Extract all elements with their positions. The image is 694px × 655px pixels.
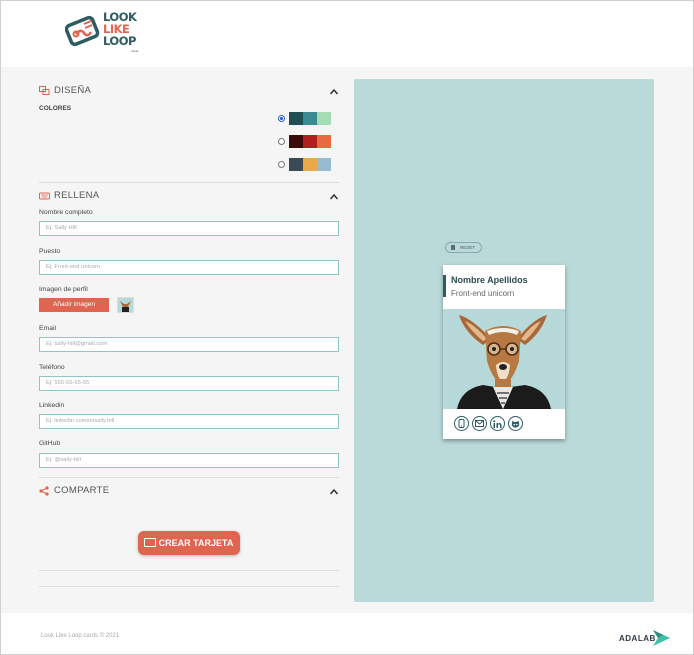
name-input[interactable]: Ej: Sally Hill xyxy=(39,221,339,236)
reset-label: RESET xyxy=(460,245,476,250)
create-card-label: CREAR TARJETA xyxy=(158,538,234,548)
palette-option-2[interactable] xyxy=(278,135,331,148)
footer-copyright: Look Like Loop cards © 2021 xyxy=(41,633,120,639)
logo-icon xyxy=(65,15,100,47)
palette-option-1[interactable] xyxy=(278,112,331,125)
divider xyxy=(39,477,339,478)
palette-swatch xyxy=(317,112,331,125)
name-label: Nombre completo xyxy=(39,209,93,216)
linkedin-icon[interactable] xyxy=(490,416,505,431)
chevron-up-icon[interactable] xyxy=(329,484,339,495)
github-icon[interactable] xyxy=(508,416,523,431)
logo-wordmark: LOOK LIKE LOOP xyxy=(103,11,137,48)
id-card-icon xyxy=(144,538,156,547)
linkedin-input[interactable]: Ej: linkedin.com/in/sally.hill xyxy=(39,414,339,429)
palette-swatch xyxy=(303,112,317,125)
job-input[interactable]: Ej: Front-end unicorn xyxy=(39,260,339,275)
palette-radio[interactable] xyxy=(278,115,285,122)
palette-swatch xyxy=(303,135,317,148)
phone-label: Teléfono xyxy=(39,364,65,371)
adalab-logo[interactable]: ADALAB xyxy=(619,629,671,647)
palette-swatch xyxy=(317,135,331,148)
email-icon[interactable] xyxy=(472,416,487,431)
divider xyxy=(39,570,339,571)
logo-line-3: LOOP xyxy=(103,34,136,48)
card-social-icons xyxy=(454,416,523,431)
design-section-header[interactable]: DISEÑA xyxy=(39,83,339,103)
logo[interactable]: LOOK LIKE LOOP cards xyxy=(65,11,145,55)
linkedin-label: Linkedin xyxy=(39,402,65,409)
palette-option-3[interactable] xyxy=(278,158,331,171)
fill-section-header[interactable]: RELLENA xyxy=(39,188,339,208)
divider xyxy=(39,182,339,183)
github-input[interactable]: Ej: @sally-hill xyxy=(39,453,339,468)
chevron-up-icon[interactable] xyxy=(329,84,339,95)
card-photo xyxy=(443,309,565,409)
divider xyxy=(39,586,339,587)
fill-title: RELLENA xyxy=(54,190,100,201)
palette-swatch xyxy=(303,158,317,171)
email-label: Email xyxy=(39,325,56,332)
main-area: DISEÑA COLORES RELLENA Nombre completo E… xyxy=(1,67,693,613)
share-title: COMPARTE xyxy=(54,485,110,496)
trash-icon xyxy=(451,245,455,250)
design-icon xyxy=(39,86,50,96)
profile-thumbnail xyxy=(117,297,134,313)
palette-swatch xyxy=(289,112,303,125)
card-accent-bar xyxy=(443,275,446,297)
palette-swatch xyxy=(289,158,303,171)
palette-swatch xyxy=(289,135,303,148)
card-preview-panel: RESET Nombre Apellidos Front-end unicorn xyxy=(354,79,654,602)
card-job: Front-end unicorn xyxy=(451,289,515,298)
phone-icon[interactable] xyxy=(454,416,469,431)
footer: Look Like Loop cards © 2021 ADALAB xyxy=(1,613,693,654)
design-title: DISEÑA xyxy=(54,85,92,96)
share-section-header[interactable]: COMPARTE xyxy=(39,483,339,503)
palette-radio[interactable] xyxy=(278,161,285,168)
share-icon xyxy=(39,486,49,496)
phone-input[interactable]: Ej: 555-55-55-55 xyxy=(39,376,339,391)
email-input[interactable]: Ej: sally-hill@gmail.com xyxy=(39,337,339,352)
profile-image-label: Imagen de perfil xyxy=(39,286,88,293)
business-card: Nombre Apellidos Front-end unicorn xyxy=(443,265,565,439)
palette-swatch xyxy=(317,158,331,171)
colors-label: COLORES xyxy=(39,105,72,112)
adalab-arrow-icon xyxy=(653,630,670,646)
github-label: GitHub xyxy=(39,440,61,447)
keyboard-icon xyxy=(39,191,50,201)
add-image-button[interactable]: Añadir imagen xyxy=(39,298,109,312)
logo-subtext: cards xyxy=(131,49,139,53)
chevron-up-icon[interactable] xyxy=(329,189,339,200)
card-name: Nombre Apellidos xyxy=(451,275,528,285)
create-card-button[interactable]: CREAR TARJETA xyxy=(138,531,240,555)
palette-radio[interactable] xyxy=(278,138,285,145)
reset-button[interactable]: RESET xyxy=(445,242,482,253)
job-label: Puesto xyxy=(39,248,61,255)
header: LOOK LIKE LOOP cards xyxy=(1,1,693,67)
